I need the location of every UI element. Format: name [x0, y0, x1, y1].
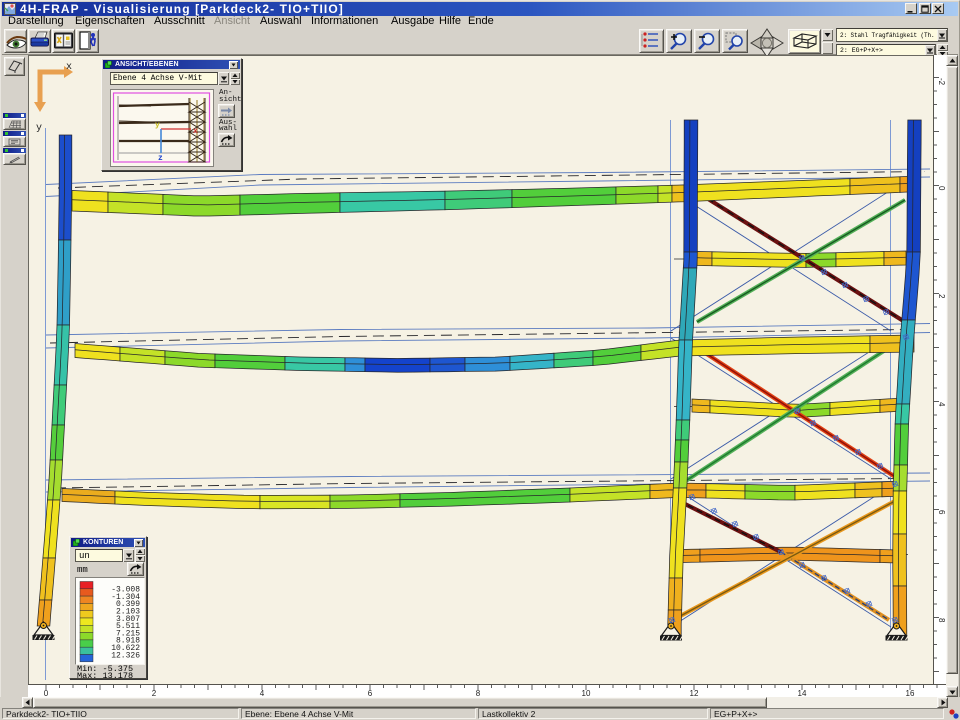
svg-text:8: 8	[937, 618, 946, 623]
svg-text:z: z	[158, 154, 163, 163]
svg-text:4: 4	[937, 402, 946, 407]
svg-text:2: 2	[937, 294, 946, 299]
svg-text:12.326: 12.326	[111, 651, 140, 660]
svg-text:6: 6	[937, 510, 946, 515]
svg-text:x: x	[193, 127, 198, 136]
svg-text:y: y	[36, 123, 42, 134]
svg-text:y: y	[155, 121, 160, 130]
svg-text:x: x	[66, 62, 72, 73]
svg-text:0: 0	[937, 186, 946, 191]
svg-text:-2: -2	[937, 78, 946, 86]
